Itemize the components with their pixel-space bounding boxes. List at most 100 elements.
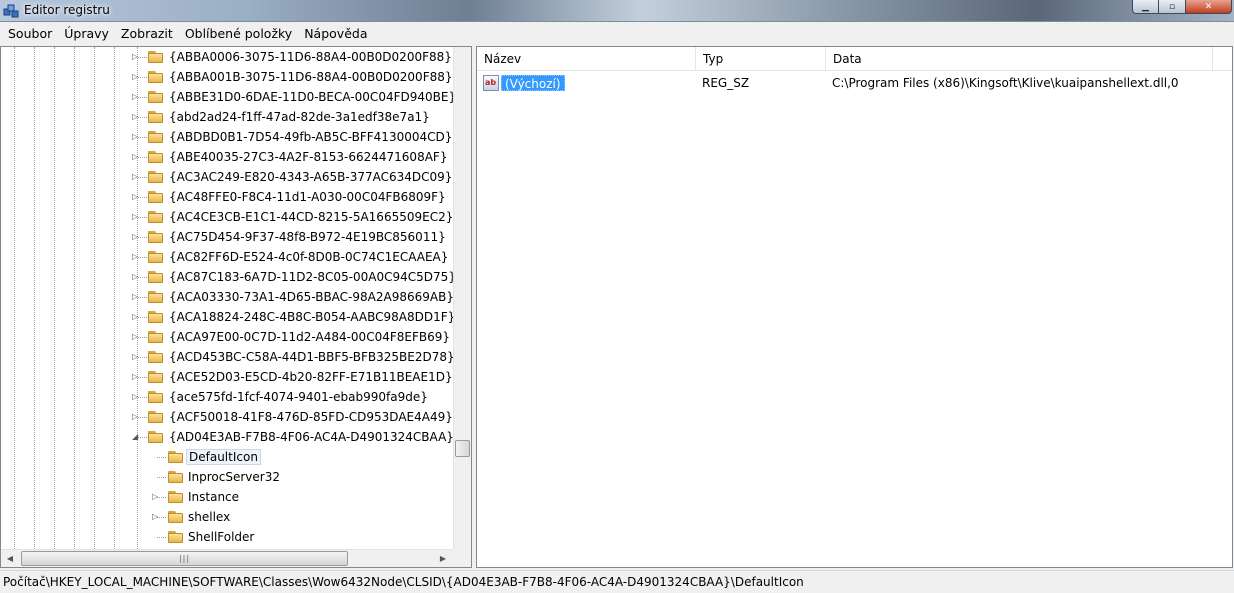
tree-node-label[interactable]: {AC82FF6D-E524-4c0f-8D0B-0C74C1ECAAEA} [167, 249, 450, 265]
expand-triangle-right-icon[interactable]: ▷ [132, 172, 141, 182]
tree-node[interactable]: ▷ {ABDBD0B1-7D54-49fb-AB5C-BFF4130004CD} [1, 127, 453, 147]
tree-node-label[interactable]: {ACD453BC-C58A-44D1-BBF5-BFB325BE2D78} [167, 349, 453, 365]
tree-node[interactable]: ▷ {AC3AC249-E820-4343-A65B-377AC634DC09} [1, 167, 453, 187]
tree-node[interactable]: InprocServer32 [1, 467, 453, 487]
tree-node[interactable]: ▷ {AC87C183-6A7D-11D2-8C05-00A0C94C5D75} [1, 267, 453, 287]
tree-node[interactable]: DefaultIcon [1, 447, 453, 467]
tree-node[interactable]: ▷ shellex [1, 507, 453, 527]
tree-node-label[interactable]: ShellFolder [186, 529, 256, 545]
expand-triangle-right-icon[interactable]: ▷ [132, 412, 141, 422]
expand-triangle-right-icon[interactable]: ▷ [132, 292, 141, 302]
tree-node-label[interactable]: {ABBA001B-3075-11D6-88A4-00B0D0200F88} [167, 69, 453, 85]
tree-horizontal-scroll-thumb[interactable]: ||| [21, 551, 348, 566]
tree-node[interactable]: ▷ Instance [1, 487, 453, 507]
tree-node[interactable]: ▷ {ace575fd-1fcf-4074-9401-ebab990fa9de} [1, 387, 453, 407]
expand-triangle-right-icon[interactable]: ▷ [132, 332, 141, 342]
tree-node[interactable]: ShellFolder [1, 527, 453, 547]
tree-node[interactable]: ▷ {AC82FF6D-E524-4c0f-8D0B-0C74C1ECAAEA} [1, 247, 453, 267]
tree-node-label[interactable]: {AC48FFE0-F8C4-11d1-A030-00C04FB6809F} [167, 189, 448, 205]
expand-triangle-right-icon[interactable]: ▷ [132, 112, 141, 122]
tree-node[interactable]: ◢ {AD04E3AB-F7B8-4F06-AC4A-D4901324CBAA} [1, 427, 453, 447]
tree-horizontal-scrollbar[interactable]: ◀ ||| ▶ [1, 549, 453, 567]
tree-node[interactable]: ▷ {abd2ad24-f1ff-47ad-82de-3a1edf38e7a1} [1, 107, 453, 127]
menu-oblibene-polozky[interactable]: Oblíbené položky [179, 23, 298, 45]
expand-triangle-right-icon[interactable]: ▷ [132, 372, 141, 382]
tree-node[interactable]: ▷ {ABBA001B-3075-11D6-88A4-00B0D0200F88} [1, 67, 453, 87]
registry-values-pane[interactable]: Název Typ Data ab (Výchozí) REG_SZ C:\Pr… [476, 46, 1233, 568]
tree-vertical-scroll-thumb[interactable] [455, 440, 470, 457]
tree-vertical-scrollbar[interactable] [453, 47, 471, 549]
table-row[interactable]: ab (Výchozí) REG_SZ C:\Program Files (x8… [477, 72, 1232, 94]
folder-icon [168, 470, 183, 483]
title-bar[interactable]: Editor registru ▁ ▫ ✕ [0, 0, 1234, 22]
tree-node-label[interactable]: {abd2ad24-f1ff-47ad-82de-3a1edf38e7a1} [167, 109, 432, 125]
tree-node-label[interactable]: {ABBA0006-3075-11D6-88A4-00B0D0200F88} [167, 49, 453, 65]
expand-triangle-right-icon[interactable]: ▷ [132, 72, 141, 82]
value-name-cell[interactable]: (Výchozí) [501, 75, 565, 91]
tree-node[interactable]: ▷ {ABBA0006-3075-11D6-88A4-00B0D0200F88} [1, 47, 453, 67]
tree-node-label[interactable]: {ABBE31D0-6DAE-11D0-BECA-00C04FD940BE} [167, 89, 453, 105]
expand-triangle-right-icon[interactable]: ▷ [132, 252, 141, 262]
tree-node-label[interactable]: {ACA97E00-0C7D-11d2-A484-00C04F8EFB69} [167, 329, 452, 345]
tree-node[interactable]: ▷ {AC4CE3CB-E1C1-44CD-8215-5A1665509EC2} [1, 207, 453, 227]
close-icon: ✕ [1204, 1, 1213, 12]
expand-triangle-right-icon[interactable]: ▷ [132, 52, 141, 62]
expand-triangle-right-icon[interactable]: ▷ [152, 512, 161, 522]
tree-node[interactable]: ▷ {ACA18824-248C-4B8C-B054-AABC98A8DD1F} [1, 307, 453, 327]
tree-node-label[interactable]: {ACF50018-41F8-476D-85FD-CD953DAE4A49} [167, 409, 453, 425]
tree-node-label[interactable]: {AC4CE3CB-E1C1-44CD-8215-5A1665509EC2} [167, 209, 453, 225]
menu-zobrazit[interactable]: Zobrazit [115, 23, 179, 45]
expand-triangle-right-icon[interactable]: ▷ [132, 272, 141, 282]
expand-triangle-right-icon[interactable]: ▷ [132, 352, 141, 362]
tree-node[interactable]: ▷ {ABBE31D0-6DAE-11D0-BECA-00C04FD940BE} [1, 87, 453, 107]
tree-node-label[interactable]: {AC87C183-6A7D-11D2-8C05-00A0C94C5D75} [167, 269, 453, 285]
expand-triangle-right-icon[interactable]: ▷ [132, 392, 141, 402]
tree-node-label[interactable]: {AC75D454-9F37-48f8-B972-4E19BC856011} [167, 229, 448, 245]
tree-node[interactable]: ▷ {ACE52D03-E5CD-4b20-82FF-E71B11BEAE1D} [1, 367, 453, 387]
column-header-type[interactable]: Typ [696, 47, 826, 71]
folder-body [168, 453, 183, 463]
folder-icon [148, 130, 163, 143]
tree-node-label[interactable]: {AC3AC249-E820-4343-A65B-377AC634DC09} [167, 169, 453, 185]
tree-node[interactable]: ▷ {ABE40035-27C3-4A2F-8153-6624471608AF} [1, 147, 453, 167]
expand-triangle-right-icon[interactable]: ▷ [132, 212, 141, 222]
tree-node-label[interactable]: InprocServer32 [186, 469, 282, 485]
expand-triangle-right-icon[interactable]: ▷ [152, 492, 161, 502]
scroll-right-icon[interactable]: ▶ [436, 552, 450, 566]
tree-node[interactable]: ▷ {ACA03330-73A1-4D65-BBAC-98A2A98669AB} [1, 287, 453, 307]
tree-node-label[interactable]: {ace575fd-1fcf-4074-9401-ebab990fa9de} [167, 389, 430, 405]
expand-triangle-right-icon[interactable]: ▷ [132, 232, 141, 242]
tree-node-label[interactable]: shellex [186, 509, 232, 525]
scroll-left-icon[interactable]: ◀ [3, 552, 17, 566]
maximize-button[interactable]: ▫ [1159, 0, 1186, 14]
tree-node[interactable]: ▷ {AC48FFE0-F8C4-11d1-A030-00C04FB6809F} [1, 187, 453, 207]
tree-node-label[interactable]: {ACA18824-248C-4B8C-B054-AABC98A8DD1F} [167, 309, 453, 325]
registry-tree: ▷ {ABBA0006-3075-11D6-88A4-00B0D0200F88} ▷… [1, 47, 453, 549]
menu-napoveda[interactable]: Nápověda [298, 23, 373, 45]
tree-node-label[interactable]: Instance [186, 489, 241, 505]
tree-node[interactable]: ▷ {ACF50018-41F8-476D-85FD-CD953DAE4A49} [1, 407, 453, 427]
tree-node-label[interactable]: {ABE40035-27C3-4A2F-8153-6624471608AF} [167, 149, 449, 165]
registry-tree-pane[interactable]: ▷ {ABBA0006-3075-11D6-88A4-00B0D0200F88} ▷… [0, 46, 472, 568]
tree-node-label[interactable]: {AD04E3AB-F7B8-4F06-AC4A-D4901324CBAA} [167, 429, 453, 445]
expand-triangle-right-icon[interactable]: ▷ [132, 192, 141, 202]
expand-triangle-right-icon[interactable]: ▷ [132, 132, 141, 142]
close-button[interactable]: ✕ [1186, 0, 1232, 14]
menu-upravy[interactable]: Úpravy [58, 23, 115, 45]
tree-node[interactable]: ▷ {AC75D454-9F37-48f8-B972-4E19BC856011} [1, 227, 453, 247]
expand-triangle-right-icon[interactable]: ▷ [132, 152, 141, 162]
column-header-name[interactable]: Název [477, 47, 696, 71]
menu-soubor[interactable]: Soubor [2, 23, 58, 45]
tree-node-label[interactable]: {ABDBD0B1-7D54-49fb-AB5C-BFF4130004CD} [167, 129, 453, 145]
expand-triangle-down-icon[interactable]: ◢ [132, 432, 141, 442]
minimize-button[interactable]: ▁ [1132, 0, 1159, 14]
folder-icon [148, 370, 163, 383]
tree-node-label[interactable]: {ACA03330-73A1-4D65-BBAC-98A2A98669AB} [167, 289, 453, 305]
expand-triangle-right-icon[interactable]: ▷ [132, 92, 141, 102]
column-header-data[interactable]: Data [826, 47, 1213, 71]
tree-node-label[interactable]: DefaultIcon [186, 449, 261, 465]
tree-node[interactable]: ▷ {ACD453BC-C58A-44D1-BBF5-BFB325BE2D78} [1, 347, 453, 367]
tree-node[interactable]: ▷ {ACA97E00-0C7D-11d2-A484-00C04F8EFB69} [1, 327, 453, 347]
expand-triangle-right-icon[interactable]: ▷ [132, 312, 141, 322]
tree-node-label[interactable]: {ACE52D03-E5CD-4b20-82FF-E71B11BEAE1D} [167, 369, 453, 385]
